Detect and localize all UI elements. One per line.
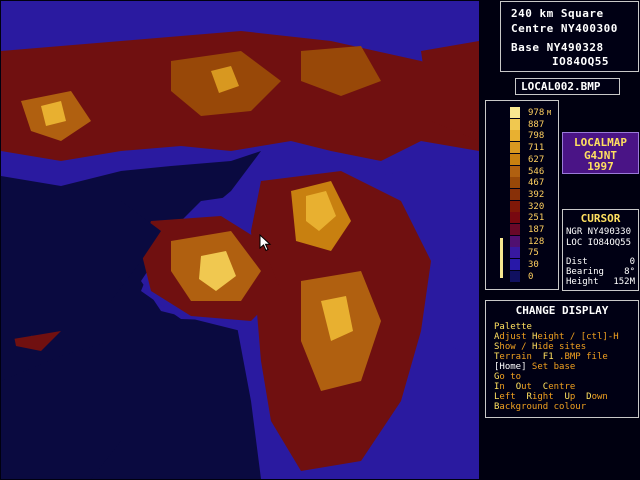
base-label: Base NY490328 <box>511 41 604 54</box>
legend-unit: M <box>547 109 552 117</box>
legend-label: 320 <box>528 202 545 212</box>
legend-swatch <box>510 247 520 258</box>
file-name: LOCAL002.BMP <box>521 80 601 93</box>
legend-swatch <box>510 166 520 177</box>
change-display-menu: CHANGE DISPLAY Palette Adjust Height / [… <box>485 300 639 418</box>
menu-home-key: [Home] <box>494 362 527 372</box>
menu-adjust-text: djust <box>499 332 532 342</box>
menu-go-to[interactable]: Go to <box>494 372 521 382</box>
legend-label: 392 <box>528 190 545 200</box>
file-name-box: LOCAL002.BMP <box>515 78 620 95</box>
legend-swatch <box>510 154 520 165</box>
legend-label: 251 <box>528 213 545 223</box>
base-locator-label: IO84OQ55 <box>552 55 609 68</box>
menu-height-text: eight / [ctl]-H <box>537 332 619 342</box>
menu-palette[interactable]: Palette <box>494 322 532 332</box>
legend-swatch <box>510 201 520 212</box>
square-size-label: 240 km Square <box>511 7 604 20</box>
app-year: 1997 <box>587 160 614 173</box>
legend-label: 711 <box>528 143 545 153</box>
map-info-panel: 240 km Square Centre NY400300 Base NY490… <box>500 1 639 72</box>
menu-palette-label: Palette <box>494 322 532 332</box>
menu-down-text: own <box>591 392 608 402</box>
legend-swatch <box>510 130 520 141</box>
menu-background-colour[interactable]: Background colour <box>494 402 586 412</box>
menu-adjust-height[interactable]: Adjust Height / [ctl]-H <box>494 332 619 342</box>
legend-swatch <box>510 212 520 223</box>
menu-set-base[interactable]: [Home] Set base <box>494 362 575 372</box>
terrain-map-graphic <box>1 1 479 479</box>
legend-label: 798 <box>528 131 545 141</box>
menu-terrain-file[interactable]: Terrain F1 .BMP file <box>494 352 608 362</box>
legend-swatch <box>510 189 520 200</box>
height-label: Height <box>566 277 599 287</box>
menu-zoom-centre[interactable]: In Out Centre <box>494 382 575 392</box>
bearing-value: 8° <box>624 267 635 277</box>
legend-swatch <box>510 236 520 247</box>
menu-show-text: how / <box>499 342 532 352</box>
legend-swatch <box>510 142 520 153</box>
menu-bmp-text: .BMP file <box>553 352 608 362</box>
mouse-pointer-icon <box>259 234 272 252</box>
app-name: LOCALMAP <box>574 136 627 149</box>
menu-show-hide-sites[interactable]: Show / Hide sites <box>494 342 586 352</box>
menu-bg-text: ackground colour <box>499 402 587 412</box>
legend-swatch <box>510 119 520 130</box>
cursor-locator: LOC IO84OQ55 <box>566 238 632 248</box>
menu-right-text: ight <box>531 392 565 402</box>
cursor-ngr: NGR NY490330 <box>566 227 632 237</box>
legend-label: 467 <box>528 178 545 188</box>
legend-swatch <box>510 107 520 118</box>
change-display-title: CHANGE DISPLAY <box>515 304 609 317</box>
menu-pan[interactable]: Left Right Up Down <box>494 392 608 402</box>
menu-in-text: n <box>499 382 516 392</box>
current-height-marker <box>500 238 503 278</box>
legend-label: 978 <box>528 108 545 118</box>
cursor-title: CURSOR <box>580 212 621 225</box>
legend-swatch <box>510 271 520 282</box>
legend-label: 887 <box>528 120 545 130</box>
menu-hide-text: ide sites <box>537 342 587 352</box>
dist-label: Dist <box>566 257 588 267</box>
cursor-info-panel: CURSOR NGR NY490330 LOC IO84OQ55 Dist 0 … <box>562 209 639 291</box>
menu-goto-text: o to <box>499 372 522 382</box>
legend-label: 187 <box>528 225 545 235</box>
terrain-map[interactable] <box>1 1 479 479</box>
app-logo: LOCALMAP G4JNT 1997 <box>562 132 639 174</box>
bearing-label: Bearing <box>566 267 604 277</box>
menu-f1-key: F1 <box>542 352 554 362</box>
legend-swatch <box>510 224 520 235</box>
legend-label: 0 <box>528 272 534 282</box>
menu-set-base-text: Set base <box>526 362 576 372</box>
legend-label: 75 <box>528 248 539 258</box>
menu-centre-text: entre <box>548 382 576 392</box>
legend-label: 546 <box>528 167 545 177</box>
centre-label: Centre NY400300 <box>511 22 618 35</box>
menu-out-text: ut <box>521 382 543 392</box>
legend-label: 128 <box>528 237 545 247</box>
menu-left-text: eft <box>499 392 527 402</box>
legend-label: 30 <box>528 260 539 270</box>
height-value: 152M <box>613 277 635 287</box>
menu-up-text: p <box>569 392 587 402</box>
menu-terrain-text: errain <box>499 352 543 362</box>
height-legend: 978 M 887 798 711 627 546 467 392 320 251 187 128 75 3… <box>485 100 559 290</box>
legend-swatch <box>510 177 520 188</box>
legend-label: 627 <box>528 155 545 165</box>
legend-swatch <box>510 259 520 270</box>
dist-value: 0 <box>629 257 635 267</box>
